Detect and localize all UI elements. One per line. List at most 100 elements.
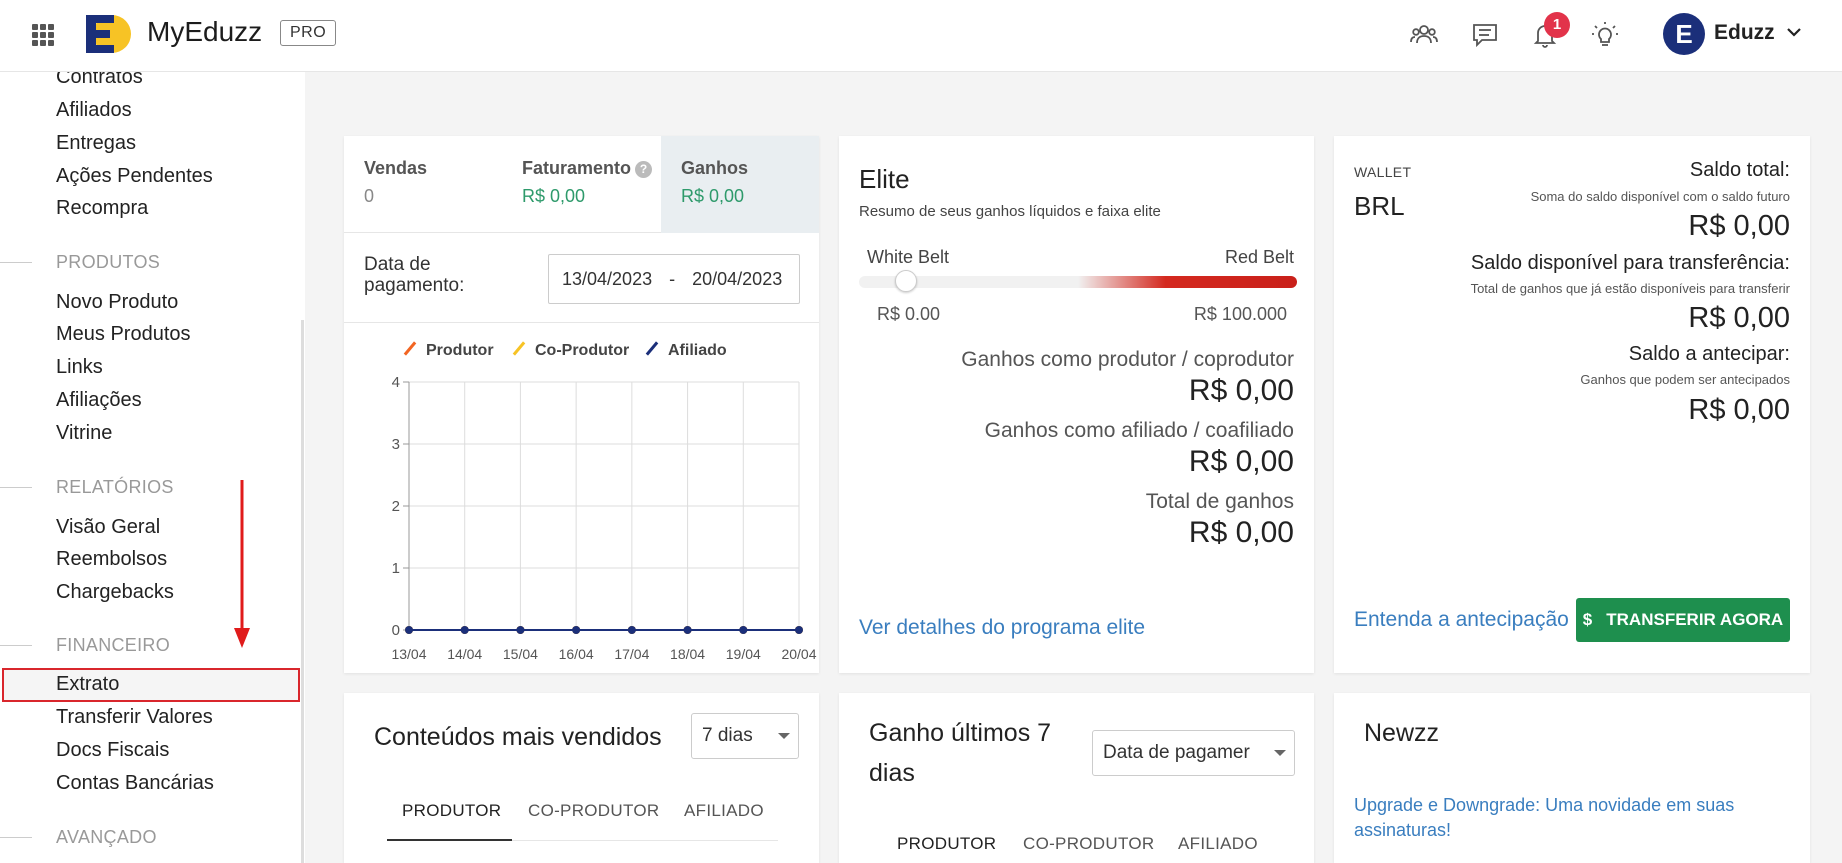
legend-co-produtor[interactable]: Co-Produtor xyxy=(511,341,629,360)
y-tick-label: 0 xyxy=(392,622,400,639)
tab-produtor[interactable]: PRODUTOR xyxy=(897,834,996,854)
pro-badge: PRO xyxy=(280,20,337,46)
belt-left-label: White Belt xyxy=(867,247,950,267)
range-min: R$ 0.00 xyxy=(877,304,941,324)
tab-afiliado[interactable]: AFILIADO xyxy=(1178,834,1258,854)
tab-co-produtor[interactable]: CO-PRODUTOR xyxy=(1023,834,1154,854)
dollar-icon: $ xyxy=(1582,610,1593,629)
x-tick-label: 16/04 xyxy=(559,646,594,662)
data-point xyxy=(627,626,636,634)
legend-afiliado[interactable]: Afiliado xyxy=(644,341,727,360)
sidebar-item-recompra[interactable]: Recompra xyxy=(56,197,148,220)
date-label: Data de pagamento: xyxy=(364,254,465,296)
tab-faturamento[interactable]: Faturamento? R$ 0,00 xyxy=(506,136,661,233)
eduzz-logo[interactable] xyxy=(84,12,132,56)
elite-title: Elite xyxy=(859,164,910,194)
tab-label: Faturamento? xyxy=(522,158,653,179)
earnings-affiliate-value: R$ 0,00 xyxy=(1188,445,1294,478)
tab-value: 0 xyxy=(364,186,375,206)
wallet-label: WALLET xyxy=(1354,164,1412,180)
chevron-down-icon[interactable] xyxy=(1786,26,1802,38)
sidebar-item-extrato[interactable]: Extrato xyxy=(56,673,119,696)
y-tick-label: 4 xyxy=(392,374,400,391)
sidebar-scrollbar[interactable] xyxy=(301,320,304,863)
news-article-link[interactable]: Upgrade e Downgrade: Uma novidade em sua… xyxy=(1354,793,1794,843)
arrow-down-annotation xyxy=(234,480,250,648)
tab-produtor[interactable]: PRODUTOR xyxy=(402,801,501,821)
saldo-disponivel-title: Saldo disponível para transferência: xyxy=(1470,252,1790,274)
legend-swatch xyxy=(512,341,526,356)
y-tick-label: 2 xyxy=(392,498,400,515)
sidebar-item-transferir-valores[interactable]: Transferir Valores xyxy=(56,706,213,729)
saldo-antecipar-sub: Ganhos que podem ser antecipados xyxy=(1580,372,1790,387)
avatar[interactable]: E xyxy=(1663,13,1705,55)
tab-co-produtor[interactable]: CO-PRODUTOR xyxy=(528,801,659,821)
belt-slider-handle[interactable] xyxy=(895,270,917,292)
data-point xyxy=(460,626,469,634)
belt-progress-bar xyxy=(859,276,1297,288)
lightbulb-icon[interactable] xyxy=(1590,20,1620,50)
earnings-producer-label: Ganhos como produtor / coprodutor xyxy=(961,348,1294,371)
sidebar-item-links[interactable]: Links xyxy=(56,356,103,379)
sidebar-item-afiliacoes[interactable]: Afiliações xyxy=(56,389,142,412)
saldo-antecipar-value: R$ 0,00 xyxy=(1688,394,1790,426)
line-chart: 0 1 2 3 4 13/04 14/04 15/04 16/04 17/04 18/04 19/04… xyxy=(391,374,816,662)
x-tick-label: 18/04 xyxy=(670,646,705,662)
x-tick-label: 19/04 xyxy=(726,646,761,662)
earnings-total-label: Total de ganhos xyxy=(1145,490,1294,513)
saldo-disponivel-value: R$ 0,00 xyxy=(1688,302,1790,334)
data-point xyxy=(572,626,581,634)
chat-icon[interactable] xyxy=(1470,20,1500,50)
data-point xyxy=(739,626,748,634)
sidebar-item-docs-fiscais[interactable]: Docs Fiscais xyxy=(56,739,169,762)
sidebar-item-chargebacks[interactable]: Chargebacks xyxy=(56,581,174,604)
help-icon[interactable]: ? xyxy=(635,161,653,178)
y-tick-label: 1 xyxy=(392,560,400,577)
tab-afiliado[interactable]: AFILIADO xyxy=(684,801,764,821)
data-point xyxy=(683,626,692,634)
tab-vendas[interactable]: Vendas 0 xyxy=(344,136,506,233)
top-content-card: Conteúdos mais vendidos 7 dias PRODUTOR … xyxy=(344,693,819,863)
wallet-card: WALLET BRL Saldo total: Soma do saldo di… xyxy=(1334,136,1810,673)
belt-right-label: Red Belt xyxy=(1224,247,1294,267)
sidebar-item-visao-geral[interactable]: Visão Geral xyxy=(56,516,160,539)
saldo-antecipar-title: Saldo a antecipar: xyxy=(1628,343,1790,365)
transfer-now-button[interactable]: $ TRANSFERIR AGORA xyxy=(1576,598,1790,642)
sidebar-item-meus-produtos[interactable]: Meus Produtos xyxy=(56,323,191,346)
date-range-picker[interactable]: 13/04/2023 - 20/04/2023 xyxy=(548,254,800,304)
sidebar-item-vitrine[interactable]: Vitrine xyxy=(56,422,112,445)
sidebar: Contratos Afiliados Entregas Ações Pende… xyxy=(0,66,305,863)
user-name[interactable]: Eduzz xyxy=(1714,21,1775,45)
sidebar-item-acoes-pendentes[interactable]: Ações Pendentes xyxy=(56,165,213,188)
y-tick-label: 3 xyxy=(392,436,400,453)
notification-badge[interactable]: 1 xyxy=(1544,12,1570,38)
earnings-title-line2: dias xyxy=(869,759,915,787)
tab-ganhos[interactable]: Ganhos R$ 0,00 xyxy=(661,136,819,233)
antecipacao-link[interactable]: Entenda a antecipação xyxy=(1354,608,1569,632)
section-relatorios: RELATÓRIOS xyxy=(56,477,174,497)
sales-tabs: Vendas 0 Faturamento? R$ 0,00 Ganhos R$ … xyxy=(344,136,819,233)
apps-grid-icon[interactable] xyxy=(32,24,54,46)
highlight-box xyxy=(2,668,300,702)
elite-details-link[interactable]: Ver detalhes do programa elite xyxy=(859,616,1145,640)
x-tick-label: 13/04 xyxy=(391,646,426,662)
saldo-total-sub: Soma do saldo disponível com o saldo fut… xyxy=(1530,189,1790,204)
users-icon[interactable] xyxy=(1409,20,1439,50)
tab-label: Vendas xyxy=(364,158,428,178)
sidebar-item-reembolsos[interactable]: Reembolsos xyxy=(56,548,167,571)
divider xyxy=(344,322,819,323)
sidebar-item-contas-bancarias[interactable]: Contas Bancárias xyxy=(56,772,214,795)
active-tab-underline xyxy=(387,839,512,841)
date-end: 20/04/2023 xyxy=(692,269,783,289)
x-tick-label: 15/04 xyxy=(503,646,538,662)
period-select[interactable]: 7 dias xyxy=(691,713,799,759)
sidebar-item-afiliados[interactable]: Afiliados xyxy=(56,99,132,122)
legend-produtor[interactable]: Produtor xyxy=(402,341,494,360)
sales-card: Vendas 0 Faturamento? R$ 0,00 Ganhos R$ … xyxy=(344,136,819,673)
sidebar-item-entregas[interactable]: Entregas xyxy=(56,132,136,155)
saldo-total-title: Saldo total: xyxy=(1689,159,1790,181)
app-name: MyEduzz xyxy=(147,16,263,47)
date-filter-select[interactable]: Data de pagamer xyxy=(1092,730,1295,776)
sidebar-item-novo-produto[interactable]: Novo Produto xyxy=(56,291,178,314)
saldo-disponivel-sub: Total de ganhos que já estão disponíveis… xyxy=(1470,281,1790,296)
